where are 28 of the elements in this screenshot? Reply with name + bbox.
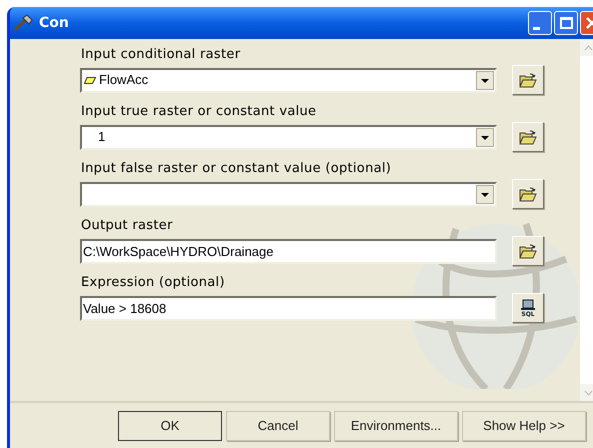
hammer-icon [13, 14, 33, 32]
browse-button[interactable] [512, 179, 544, 209]
dropdown-field[interactable]: 1 [80, 124, 497, 150]
field-label: Expression (optional) [80, 275, 226, 291]
dialog-button[interactable]: Environments... [334, 410, 458, 440]
open-folder-icon [519, 186, 537, 202]
maximize-button[interactable] [554, 11, 578, 35]
minimize-button[interactable] [528, 11, 552, 35]
open-folder-icon [519, 244, 537, 258]
browse-button[interactable] [512, 236, 544, 266]
text-input-field[interactable]: C:\WorkSpace\HYDRO\Drainage [80, 238, 497, 264]
dropdown-value: 1 [98, 128, 106, 146]
field-label: Input false raster or constant value (optional) [80, 161, 392, 177]
field-label: Input true raster or constant value [80, 104, 318, 120]
dialog-button[interactable]: Show Help >> [462, 410, 586, 440]
open-folder-icon [519, 72, 537, 88]
window-title: Con [39, 14, 69, 32]
open-folder-icon [519, 130, 537, 144]
field-label: Input conditional raster [80, 47, 242, 63]
text-input-field[interactable]: Value > 18608 [80, 296, 497, 320]
dropdown-field[interactable] [80, 182, 497, 206]
browse-button[interactable] [512, 65, 544, 95]
field-label: Output raster [80, 218, 174, 234]
dialog-button[interactable]: Cancel [226, 410, 330, 440]
dialog-button[interactable]: OK [118, 410, 222, 440]
dropdown-value: FlowAcc [99, 71, 148, 90]
browse-button[interactable] [512, 122, 544, 152]
dropdown-field[interactable]: FlowAcc [80, 68, 497, 92]
